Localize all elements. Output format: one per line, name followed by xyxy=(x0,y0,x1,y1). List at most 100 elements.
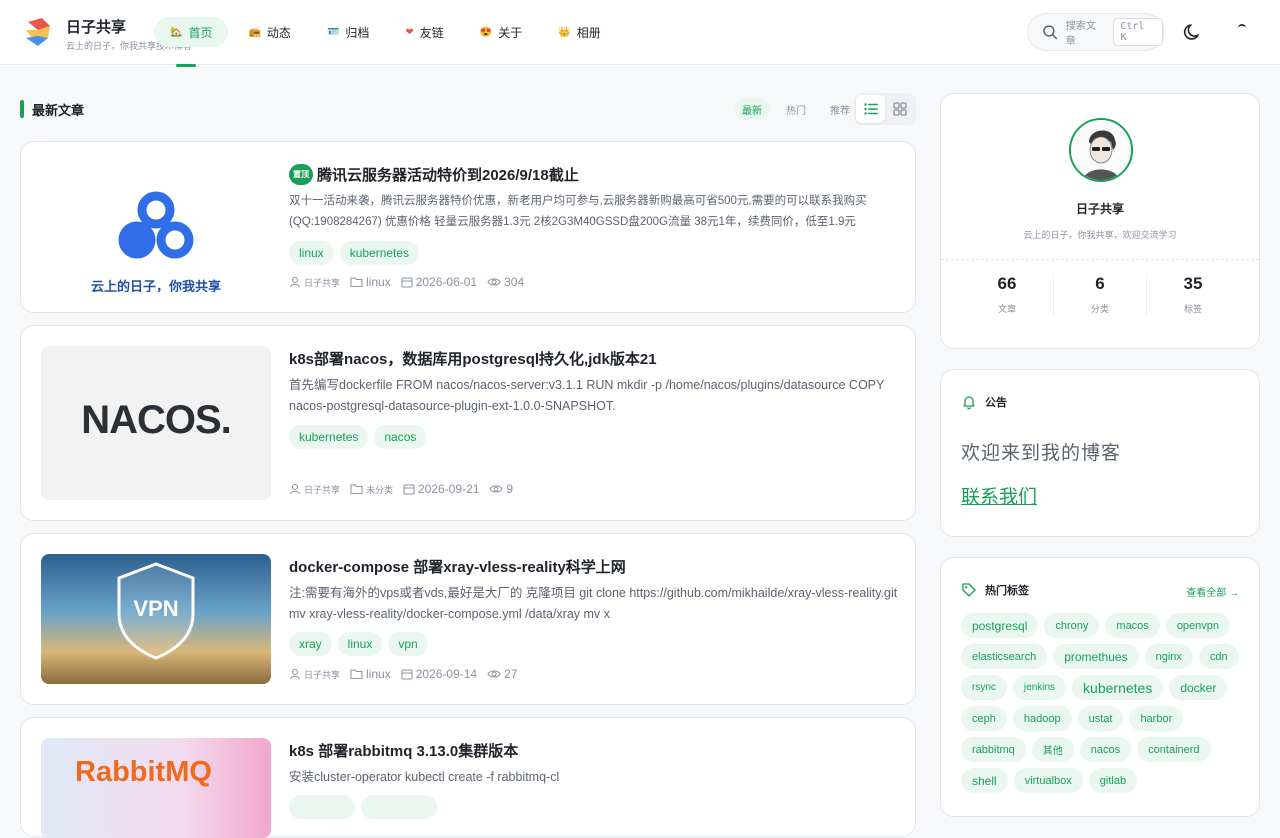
post-card[interactable]: NACOS. k8s部署nacos，数据库用postgresql持久化,jdk版… xyxy=(20,325,916,521)
cloud-tag[interactable]: 其他 xyxy=(1031,737,1074,762)
avatar-portrait-icon xyxy=(1071,120,1131,180)
cloud-tag[interactable]: chrony xyxy=(1044,613,1100,638)
meta-date: 2026-09-14 xyxy=(401,667,477,681)
cloud-tag[interactable]: macos xyxy=(1105,613,1160,638)
section-title: 最新文章 xyxy=(32,102,85,118)
cloud-tag[interactable]: ceph xyxy=(961,706,1007,731)
search-placeholder: 搜索文章 xyxy=(1065,21,1096,47)
meta-category[interactable]: linux xyxy=(350,667,391,681)
search-box[interactable]: 搜索文章 Ctrl K xyxy=(1027,13,1164,51)
nav-item-archive[interactable]: 🪪 归档 xyxy=(311,17,385,47)
tag-chip[interactable]: kubernetes xyxy=(289,425,369,449)
nav-label: 相册 xyxy=(576,25,601,40)
search-shortcut: Ctrl K xyxy=(1113,18,1163,46)
cloud-tag[interactable]: cdn xyxy=(1198,644,1239,669)
avatar[interactable] xyxy=(1069,118,1133,182)
section-header: 最新文章 xyxy=(20,100,84,118)
cloud-tag[interactable]: docker xyxy=(1169,675,1228,700)
stat-label: 文章 xyxy=(997,304,1016,314)
site-title[interactable]: 日子共享 xyxy=(66,16,126,37)
cloud-tag[interactable]: elasticsearch xyxy=(961,644,1048,669)
tag-chip[interactable]: nacos xyxy=(374,425,427,449)
radio-icon: 📻 xyxy=(248,26,261,38)
dark-mode-moon-icon[interactable] xyxy=(1183,22,1203,42)
post-thumbnail[interactable]: 云上的日子，你我共享 xyxy=(41,162,271,292)
cloud-tag[interactable]: shell xyxy=(961,768,1008,793)
nav-label: 友链 xyxy=(419,25,444,40)
post-meta: 日子共享 linux 2026-09-14 27 xyxy=(289,667,517,681)
post-title-text: 腾讯云服务器活动特价到2026/9/18截止 xyxy=(317,167,579,184)
tag-chip[interactable] xyxy=(289,795,355,819)
post-card[interactable]: RabbitMQ k8s 部署rabbitmq 3.13.0集群版本 安装clu… xyxy=(20,717,916,838)
sort-tab-latest[interactable]: 最新 xyxy=(734,98,770,120)
post-card[interactable]: VPN docker-compose 部署xray-vless-reality科… xyxy=(20,533,916,705)
cloud-tag[interactable]: virtualbox xyxy=(1013,768,1083,793)
home-icon: 🏡 xyxy=(170,26,183,38)
cloud-tag[interactable]: gitlab xyxy=(1088,768,1138,793)
nav-item-album[interactable]: 👑 相册 xyxy=(542,17,616,47)
stat-label: 分类 xyxy=(1090,304,1109,314)
cloud-tag[interactable]: containerd xyxy=(1137,737,1211,762)
grid-view-button[interactable] xyxy=(885,95,914,123)
post-thumbnail[interactable]: NACOS. xyxy=(41,346,271,500)
cloud-tag[interactable]: rabbitmq xyxy=(961,737,1026,762)
tags-card: 热门标签 查看全部 → postgresql chrony macos openvpn… xyxy=(940,557,1260,817)
post-title[interactable]: 置顶 腾讯云服务器活动特价到2026/9/18截止 xyxy=(289,164,579,185)
cloud-tag[interactable]: nacos xyxy=(1079,737,1132,762)
tag-chip[interactable]: xray xyxy=(289,632,332,656)
post-card[interactable]: 云上的日子，你我共享 置顶 腾讯云服务器活动特价到2026/9/18截止 双十一… xyxy=(20,141,916,313)
sort-tab-recommend[interactable]: 推荐 xyxy=(822,98,858,120)
cloud-tag[interactable]: kubernetes xyxy=(1072,675,1164,700)
meta-category[interactable]: 未分类 xyxy=(350,483,393,496)
cloud-tag[interactable]: openvpn xyxy=(1165,613,1231,638)
pinned-badge: 置顶 xyxy=(289,164,313,185)
meta-category[interactable]: linux xyxy=(350,275,391,289)
vpn-label: VPN xyxy=(133,596,179,621)
tag-chip[interactable]: kubernetes xyxy=(339,241,420,265)
nav-item-links[interactable]: ❤ 友链 xyxy=(389,17,459,47)
nav-item-moments[interactable]: 📻 动态 xyxy=(232,17,306,47)
author-stats: 66 文章 6 分类 35 标签 xyxy=(961,274,1239,315)
post-thumbnail[interactable]: VPN xyxy=(41,554,271,684)
stat-tags[interactable]: 35 标签 xyxy=(1146,274,1239,315)
stat-number: 66 xyxy=(997,274,1017,293)
tag-chip[interactable]: linux xyxy=(289,241,334,265)
tag-chip[interactable]: linux xyxy=(337,632,383,656)
author-description: 云上的日子，你我共享，欢迎交流学习 xyxy=(1023,230,1177,240)
folder-icon xyxy=(350,277,363,287)
view-all-tags-link[interactable]: 查看全部 → xyxy=(1186,584,1239,599)
cloud-tag[interactable]: nginx xyxy=(1144,644,1193,669)
author-name[interactable]: 日子共享 xyxy=(941,200,1259,217)
sort-tab-hot[interactable]: 热门 xyxy=(778,98,814,120)
nacos-logo: NACOS. xyxy=(81,398,232,442)
cloud-tag[interactable]: ustat xyxy=(1077,706,1124,731)
cloud-tag[interactable]: jenkins xyxy=(1012,675,1067,700)
post-title[interactable]: docker-compose 部署xray-vless-reality科学上网 xyxy=(289,556,626,577)
stat-categories[interactable]: 6 分类 xyxy=(1053,274,1146,315)
post-excerpt: 注:需要有海外的vps或者vds,最好是大厂的 克隆项目 git clone h… xyxy=(289,586,898,621)
list-view-button[interactable] xyxy=(856,95,885,123)
nav-item-home[interactable]: 🏡 首页 xyxy=(154,17,229,47)
post-thumbnail[interactable]: RabbitMQ xyxy=(41,738,271,838)
post-title[interactable]: k8s部署nacos，数据库用postgresql持久化,jdk版本21 xyxy=(289,348,657,369)
section-accent-bar xyxy=(20,100,24,118)
calendar-icon xyxy=(401,277,413,288)
post-title[interactable]: k8s 部署rabbitmq 3.13.0集群版本 xyxy=(289,740,518,761)
cloud-tag[interactable]: rsync xyxy=(961,675,1007,700)
tag-chip[interactable]: vpn xyxy=(388,632,428,656)
id-card-icon: 🪪 xyxy=(326,26,340,38)
cloud-tag[interactable]: postgresql xyxy=(961,613,1039,638)
view-switch xyxy=(854,93,916,125)
nav-item-about[interactable]: 😍 关于 xyxy=(464,17,538,47)
meta-author[interactable]: 日子共享 xyxy=(289,668,340,681)
meta-author[interactable]: 日子共享 xyxy=(289,483,340,496)
stat-label: 标签 xyxy=(1183,304,1202,314)
cloud-tag[interactable]: harbor xyxy=(1129,706,1184,731)
cloud-tag[interactable]: promethues xyxy=(1053,644,1139,669)
tag-chip[interactable] xyxy=(361,795,437,819)
meta-author[interactable]: 日子共享 xyxy=(289,276,340,289)
notice-link[interactable]: 联系我们 xyxy=(961,482,1037,509)
cloud-tag[interactable]: hadoop xyxy=(1012,706,1072,731)
site-logo-icon[interactable] xyxy=(24,16,52,48)
stat-posts[interactable]: 66 文章 xyxy=(961,274,1053,315)
